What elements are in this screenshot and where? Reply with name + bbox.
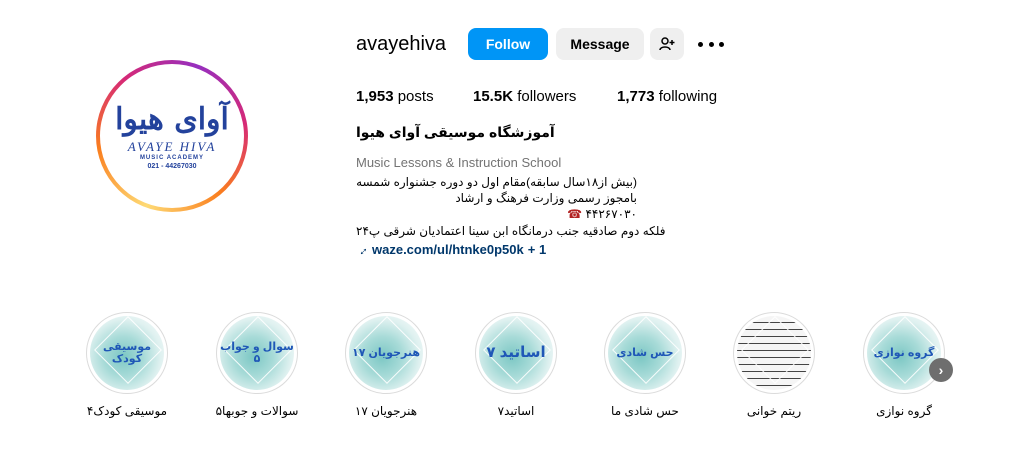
phone-icon: ☎: [567, 207, 583, 221]
highlight-label: حس شادی ما: [611, 404, 679, 418]
bio-line-3: ☎ ۴۴۲۶۷۰۳۰: [567, 207, 637, 221]
following-count-label: following: [658, 88, 718, 105]
highlight-cover: هنرجویان ۱۷: [349, 316, 423, 390]
highlight-label: هنرجویان ۱۷: [354, 404, 418, 418]
bio-phone-number: ۴۴۲۶۷۰۳۰: [585, 207, 637, 221]
more-options-icon[interactable]: [698, 34, 724, 54]
link-icon: ↔: [352, 240, 372, 259]
highlight-cover: گروه نوازی: [867, 316, 941, 390]
suggested-accounts-button[interactable]: [650, 28, 684, 60]
follow-button[interactable]: Follow: [468, 28, 548, 60]
followers-count[interactable]: 15.5K followers: [473, 88, 576, 105]
highlight-cover-text: هنرجویان ۱۷: [352, 347, 420, 359]
highlight-item[interactable]: ریتم خوانی: [730, 312, 818, 418]
highlight-cover: سوال و جواب ۵: [220, 316, 294, 390]
bio-link[interactable]: ↔ waze.com/ul/htnke0p50k + 1: [352, 240, 546, 259]
profile-full-name: آموزشگاه موسیقی آوای هیوا: [356, 124, 555, 140]
highlight-cover: حس شادی: [608, 316, 682, 390]
bio-link-text[interactable]: waze.com/ul/htnke0p50k: [372, 242, 524, 257]
logo-english-name: AVAYE HIVA: [127, 138, 217, 154]
highlight-item[interactable]: موسیقی کودک موسیقی کودک۴: [83, 312, 171, 418]
highlight-label: ریتم خوانی: [746, 404, 802, 418]
highlight-label: موسیقی کودک۴: [86, 404, 168, 418]
following-count[interactable]: 1,773 following: [617, 88, 717, 105]
highlight-label: سوالات و جوبها۵: [215, 404, 299, 418]
logo-script-text: آوای هیوا: [115, 101, 230, 137]
following-count-value: 1,773: [617, 88, 655, 105]
avatar-logo: آوای هیوا AVAYE HIVA MUSIC ACADEMY 021 -…: [104, 68, 240, 204]
highlight-label: اساتید۷: [497, 404, 535, 418]
highlight-cover-sheet-music: [737, 316, 811, 390]
highlight-item[interactable]: حس شادی حس شادی ما: [601, 312, 689, 418]
bio-line-1: (بیش از۱۸سال سابقه)مقام اول دو دوره جشنو…: [356, 175, 637, 189]
chevron-right-icon[interactable]: ›: [929, 358, 953, 382]
highlight-item[interactable]: اساتید ۷ اساتید۷: [472, 312, 560, 418]
posts-count: 1,953 posts: [356, 88, 434, 105]
highlight-cover-text: موسیقی کودک: [102, 341, 152, 365]
posts-count-label: posts: [397, 88, 434, 105]
highlight-cover-text: اساتید ۷: [486, 344, 546, 361]
profile-username[interactable]: avayehiva: [356, 33, 446, 56]
bio-line-2: بامجوز رسمی وزارت فرهنگ و ارشاد: [455, 191, 637, 205]
message-button[interactable]: Message: [556, 28, 644, 60]
profile-category: Music Lessons & Instruction School: [356, 155, 562, 170]
bio-line-4: فلکه دوم صادقیه جنب درمانگاه ابن سینا اع…: [356, 224, 666, 238]
person-add-icon: [659, 37, 675, 51]
highlight-cover-text: سوال و جواب ۵: [220, 341, 294, 365]
highlight-cover: اساتید ۷: [479, 316, 553, 390]
posts-count-value: 1,953: [356, 88, 394, 105]
logo-subtitle: MUSIC ACADEMY: [139, 154, 205, 161]
highlight-item[interactable]: سوال و جواب ۵ سوالات و جوبها۵: [213, 312, 301, 418]
bio-link-extra[interactable]: + 1: [528, 242, 546, 257]
profile-avatar[interactable]: آوای هیوا AVAYE HIVA MUSIC ACADEMY 021 -…: [96, 60, 248, 212]
highlight-cover-text: حس شادی: [616, 347, 674, 359]
followers-count-label: followers: [517, 88, 577, 105]
highlight-item[interactable]: هنرجویان ۱۷ هنرجویان ۱۷: [342, 312, 430, 418]
highlight-label: گروه نوازی: [876, 404, 932, 418]
highlight-cover-text: گروه نوازی: [873, 347, 935, 359]
logo-phone: 021 - 44267030: [147, 162, 197, 170]
highlight-cover: موسیقی کودک: [90, 316, 164, 390]
followers-count-value: 15.5K: [473, 88, 514, 105]
